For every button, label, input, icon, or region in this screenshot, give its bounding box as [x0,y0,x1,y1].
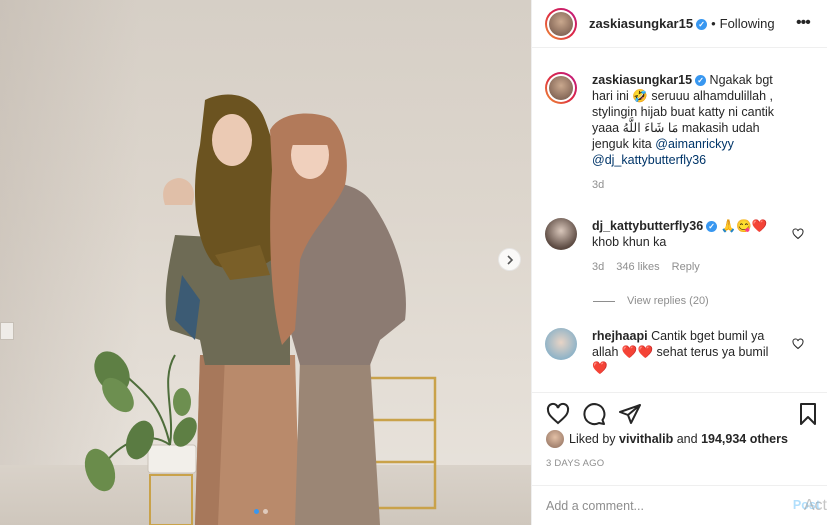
verified-badge-icon: ✓ [695,75,707,87]
chevron-right-icon [506,254,513,265]
caption-meta: 3d [592,177,787,193]
following-button[interactable]: Following [720,16,775,31]
post-side-panel: zaskiasungkar15 ✓ • Following ••• zaskias… [531,0,827,525]
comment-input[interactable] [546,498,766,513]
header-separator: • [711,16,716,31]
view-replies-button[interactable]: View replies (20) [593,295,709,307]
caption-time[interactable]: 3d [592,177,604,193]
caption-body: zaskiasungkar15 ✓ Ngakak bgt hari ini 🤣 s… [592,72,787,193]
post-header: zaskiasungkar15 ✓ • Following ••• [532,0,827,48]
comment-like-heart-icon[interactable] [792,338,804,350]
post-actions [532,392,827,434]
comment-emoji-2: ❤️ [592,361,608,375]
caption-username[interactable]: zaskiasungkar15 [592,73,692,87]
photo-scene [84,94,437,525]
caption-emoji-1: 🤣 [632,89,648,103]
comment-text: khob khun ka [592,235,667,249]
comment-text-2: sehat terus ya bumil [656,345,769,359]
likes-and: and [676,432,698,446]
comment-meta: 3d 346 likes Reply [592,259,787,275]
share-paper-plane-icon[interactable] [618,402,642,426]
caption-mention-1[interactable]: @aimanrickyy [655,137,734,151]
view-replies-line [593,300,615,302]
verified-badge-icon: ✓ [696,19,708,31]
comment-avatar[interactable] [545,218,577,250]
save-bookmark-icon[interactable] [796,402,820,426]
post-date[interactable]: 3 DAYS AGO [546,458,604,469]
comment-time[interactable]: 3d [592,259,604,275]
add-comment-bar: Post [532,485,827,525]
likes-summary: Liked by vivithalib and 194,934 others [546,430,788,448]
comment-username[interactable]: dj_kattybutterfly36 [592,219,703,233]
caption-arabic: مَا شَاءَ اللَّهُ [622,121,679,135]
likes-count[interactable]: 194,934 others [701,432,788,446]
verified-badge-icon: ✓ [706,221,718,233]
likes-prefix: Liked by [569,432,616,446]
comment-bubble-icon[interactable] [582,402,606,426]
comment-username[interactable]: rhejhaapi [592,329,648,343]
liker-avatar[interactable] [546,430,564,448]
reply-button[interactable]: Reply [672,259,700,275]
caption: zaskiasungkar15 ✓ Ngakak bgt hari ini 🤣 s… [545,72,787,193]
caption-avatar[interactable] [545,72,577,104]
comment-item: rhejhaapi Cantik bget bumil ya allah ❤️❤… [545,328,787,376]
next-photo-button[interactable] [498,248,521,271]
comment-item: dj_kattybutterfly36 ✓ 🙏😋❤️ khob khun ka 3… [545,218,787,275]
view-replies-label: View replies (20) [627,295,709,307]
comment-body: rhejhaapi Cantik bget bumil ya allah ❤️❤… [592,328,787,376]
comment-likes[interactable]: 346 likes [616,259,659,275]
comment-emojis: 🙏😋❤️ [720,219,768,233]
caption-mention-2[interactable]: @dj_kattybutterfly36 [592,153,706,167]
plant [84,351,197,525]
author-username[interactable]: zaskiasungkar15 ✓ [589,16,708,31]
more-options-icon[interactable]: ••• [796,14,814,32]
author-avatar[interactable] [545,7,577,40]
like-heart-icon[interactable] [546,402,570,426]
post-photo[interactable] [0,0,531,525]
liker-username[interactable]: vivithalib [619,432,673,446]
carousel-dots [254,509,268,514]
comments-section[interactable]: zaskiasungkar15 ✓ Ngakak bgt hari ini 🤣 s… [532,56,827,391]
comment-emoji-1: ❤️❤️ [621,345,654,359]
comment-avatar[interactable] [545,328,577,360]
watermark-text: Act [803,497,827,514]
comment-like-heart-icon[interactable] [792,228,804,240]
comment-body: dj_kattybutterfly36 ✓ 🙏😋❤️ khob khun ka 3… [592,218,787,275]
carousel-dot [263,509,268,514]
carousel-dot-active [254,509,259,514]
